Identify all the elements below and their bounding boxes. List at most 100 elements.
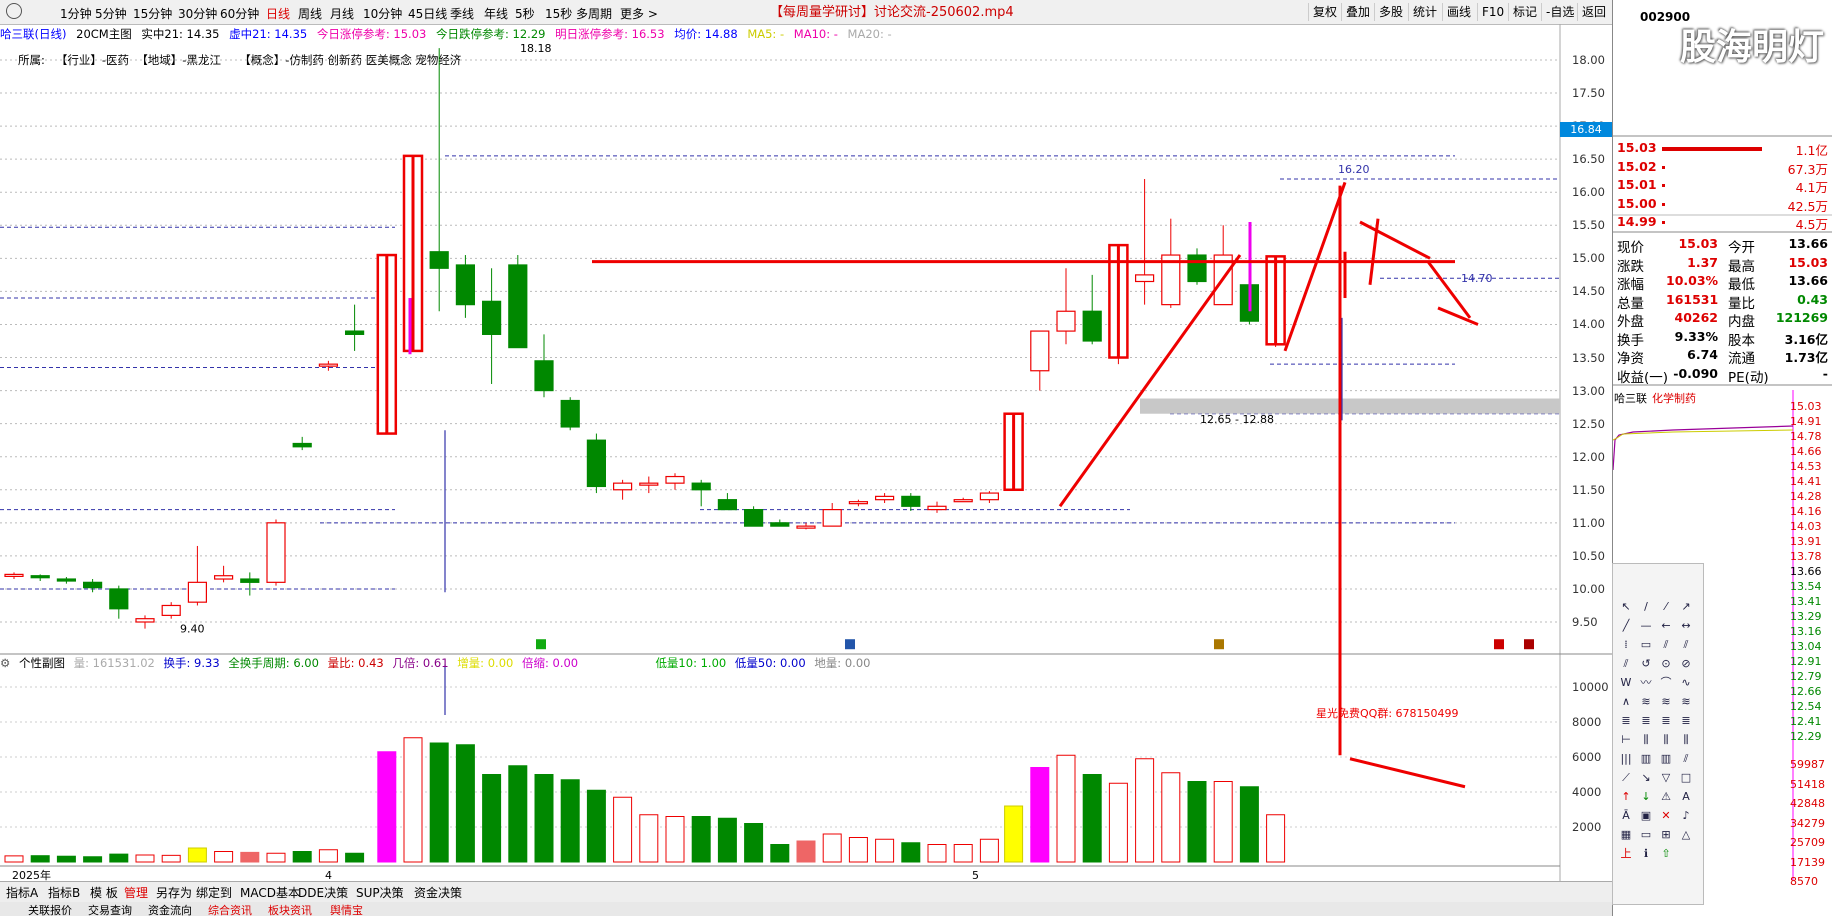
- drawing-tool-icon[interactable]: ↖: [1619, 600, 1633, 614]
- quote-stat: 9.33%: [1674, 328, 1718, 344]
- indicator-tab-7[interactable]: DDE决策: [298, 884, 348, 901]
- period-15[interactable]: 更多 >: [620, 5, 658, 22]
- drawing-tool-icon[interactable]: ⌒: [1659, 676, 1673, 690]
- drawing-tool-icon[interactable]: |||: [1619, 752, 1633, 766]
- drawing-tool-icon[interactable]: A: [1679, 790, 1693, 804]
- drawing-tool-icon[interactable]: ⫽: [1679, 752, 1693, 766]
- indicator-tab-8[interactable]: SUP决策: [356, 884, 404, 901]
- indicator-tab-4[interactable]: 另存为: [156, 884, 192, 901]
- drawing-tool-icon[interactable]: ↑: [1619, 790, 1633, 804]
- drawing-tool-icon[interactable]: ⁞: [1619, 638, 1633, 652]
- period-5[interactable]: 日线: [266, 5, 290, 22]
- drawing-tool-icon[interactable]: ⊙: [1659, 657, 1673, 671]
- drawing-tool-icon[interactable]: ∿: [1679, 676, 1693, 690]
- bid-price[interactable]: 15.01: [1617, 177, 1657, 192]
- drawing-tool-icon[interactable]: ⫽: [1679, 638, 1693, 652]
- indicator-tab-5[interactable]: 绑定到: [196, 884, 232, 901]
- period-11[interactable]: 年线: [484, 5, 508, 22]
- drawing-tool-icon[interactable]: /: [1639, 600, 1653, 614]
- period-12[interactable]: 5秒: [515, 5, 535, 22]
- drawing-tool-icon[interactable]: ↺: [1639, 657, 1653, 671]
- drawing-tool-icon[interactable]: ⊘: [1679, 657, 1693, 671]
- indicator-tab-0[interactable]: 指标A: [6, 884, 38, 901]
- bid-price[interactable]: 14.99: [1617, 214, 1657, 229]
- drawing-tool-icon[interactable]: ≋: [1659, 695, 1673, 709]
- indicator-tab-3[interactable]: 管理: [124, 884, 148, 901]
- toolbar-button-4[interactable]: 画线: [1442, 3, 1475, 21]
- kline-chart[interactable]: 18.18 9.40 16.20 14.70 12.65 - 12.88 星光免费QQ群:…: [0, 24, 1612, 881]
- period-1[interactable]: 5分钟: [95, 5, 127, 22]
- drawing-tool-icon[interactable]: ↘: [1639, 771, 1653, 785]
- drawing-tool-icon[interactable]: ▥: [1659, 752, 1673, 766]
- drawing-tool-icon[interactable]: ⫼: [1659, 733, 1673, 747]
- drawing-tool-icon[interactable]: 〰: [1639, 676, 1653, 690]
- period-0[interactable]: 1分钟: [60, 5, 92, 22]
- drawing-tool-icon[interactable]: ←: [1659, 619, 1673, 633]
- drawing-tool-icon[interactable]: ▣: [1639, 809, 1653, 823]
- drawing-tool-icon[interactable]: ≣: [1679, 714, 1693, 728]
- toolbar-button-5[interactable]: F10: [1477, 3, 1508, 21]
- toolbar-button-1[interactable]: 叠加: [1341, 3, 1374, 21]
- drawing-tool-icon[interactable]: ≣: [1659, 714, 1673, 728]
- period-9[interactable]: 45日线: [408, 5, 447, 22]
- drawing-tool-icon[interactable]: ≋: [1679, 695, 1693, 709]
- drawing-tool-icon[interactable]: ⊢: [1619, 733, 1633, 747]
- settings-icon[interactable]: ⚙: [0, 656, 10, 670]
- indicator-tab-6[interactable]: MACD基本: [240, 884, 300, 901]
- indicator-tab-2[interactable]: 模 板: [90, 884, 118, 901]
- toolbar-button-0[interactable]: 复权: [1308, 3, 1341, 21]
- drawing-tool-icon[interactable]: ▽: [1659, 771, 1673, 785]
- drawing-tool-icon[interactable]: ∧: [1619, 695, 1633, 709]
- drawing-tool-icon[interactable]: ⊞: [1659, 828, 1673, 842]
- bid-price[interactable]: 15.02: [1617, 159, 1657, 174]
- sub-chart-title[interactable]: 个性副图: [19, 656, 65, 670]
- drawing-tool-icon[interactable]: △: [1679, 828, 1693, 842]
- drawing-tool-icon[interactable]: ╱: [1619, 619, 1633, 633]
- drawing-tool-icon[interactable]: ⚠: [1659, 790, 1673, 804]
- drawing-tool-icon[interactable]: ▥: [1639, 752, 1653, 766]
- drawing-tool-icon[interactable]: ≋: [1639, 695, 1653, 709]
- drawing-tool-icon[interactable]: ↔: [1679, 619, 1693, 633]
- period-7[interactable]: 月线: [330, 5, 354, 22]
- drawing-tool-icon[interactable]: ≣: [1639, 714, 1653, 728]
- period-3[interactable]: 30分钟: [178, 5, 217, 22]
- drawing-tool-icon[interactable]: ▦: [1619, 828, 1633, 842]
- indicator-tab-9[interactable]: 资金决策: [414, 884, 462, 901]
- period-2[interactable]: 15分钟: [133, 5, 172, 22]
- drawing-tool-icon[interactable]: □: [1679, 771, 1693, 785]
- drawing-tool-icon[interactable]: ℹ: [1639, 847, 1653, 861]
- toolbar-button-8[interactable]: 返回: [1577, 3, 1610, 21]
- drawing-tool-icon[interactable]: ▭: [1639, 828, 1653, 842]
- drawing-tool-icon[interactable]: W: [1619, 676, 1633, 690]
- drawing-tool-icon[interactable]: ▭: [1639, 638, 1653, 652]
- menu-icon[interactable]: [6, 3, 22, 19]
- indicator-tab-1[interactable]: 指标B: [48, 884, 80, 901]
- drawing-tool-icon[interactable]: ⇧: [1659, 847, 1673, 861]
- drawing-tool-icon[interactable]: —: [1639, 619, 1653, 633]
- period-8[interactable]: 10分钟: [363, 5, 402, 22]
- drawing-tool-icon[interactable]: ≣: [1619, 714, 1633, 728]
- drawing-tool-icon[interactable]: Ā: [1619, 809, 1633, 823]
- bid-price[interactable]: 15.00: [1617, 196, 1657, 211]
- period-13[interactable]: 15秒: [545, 5, 572, 22]
- drawing-tool-icon[interactable]: ⫽: [1659, 638, 1673, 652]
- drawing-tool-icon[interactable]: ↗: [1679, 600, 1693, 614]
- drawing-tool-icon[interactable]: 上: [1619, 847, 1633, 861]
- drawing-tool-icon[interactable]: ↓: [1639, 790, 1653, 804]
- toolbar-button-7[interactable]: -自选: [1541, 3, 1578, 21]
- drawing-tool-icon[interactable]: ⫼: [1679, 733, 1693, 747]
- drawing-tool-icon[interactable]: ⟋: [1619, 771, 1633, 785]
- drawing-tool-icon[interactable]: ⫼: [1639, 733, 1653, 747]
- period-6[interactable]: 周线: [298, 5, 322, 22]
- toolbar-button-2[interactable]: 多股: [1374, 3, 1407, 21]
- period-10[interactable]: 季线: [450, 5, 474, 22]
- drawing-tool-icon[interactable]: ♪: [1679, 809, 1693, 823]
- drawing-tool-icon[interactable]: ✕: [1659, 809, 1673, 823]
- drawing-tool-icon[interactable]: ⁄: [1659, 600, 1673, 614]
- drawing-tool-icon[interactable]: ⫽: [1619, 657, 1633, 671]
- period-14[interactable]: 多周期: [576, 5, 612, 22]
- period-4[interactable]: 60分钟: [220, 5, 259, 22]
- toolbar-button-6[interactable]: 标记: [1508, 3, 1541, 21]
- bid-price[interactable]: 15.03: [1617, 140, 1657, 155]
- toolbar-button-3[interactable]: 统计: [1408, 3, 1441, 21]
